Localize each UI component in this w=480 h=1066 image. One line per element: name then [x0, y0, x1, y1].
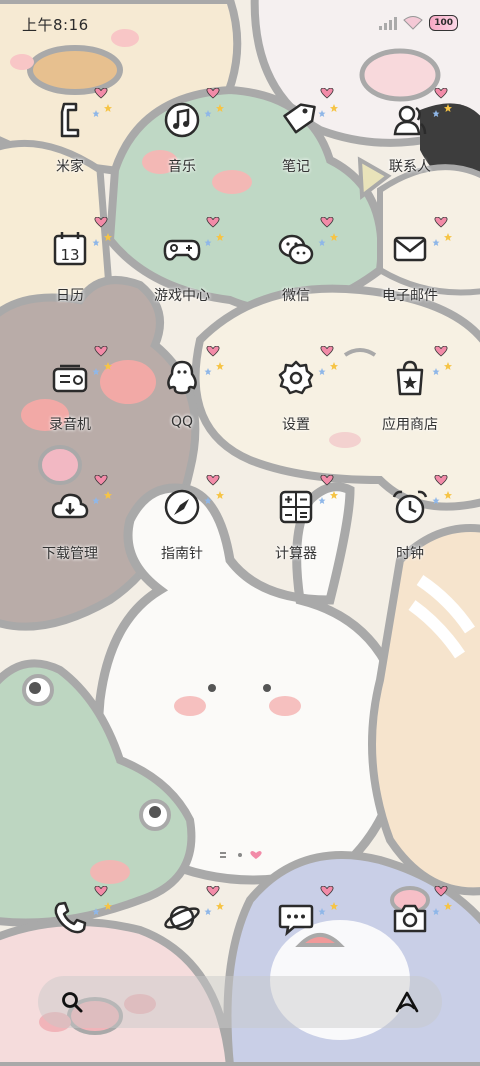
app-recorder[interactable]: 录音机 — [14, 358, 126, 478]
app-label: 联系人 — [389, 159, 431, 175]
search-icon[interactable] — [60, 990, 84, 1014]
app-label: 时钟 — [396, 546, 424, 562]
dock-browser[interactable] — [126, 898, 238, 958]
camera-icon — [390, 898, 430, 938]
app-label: 日历 — [56, 288, 84, 304]
app-label: 音乐 — [168, 159, 196, 175]
app-contacts[interactable]: 联系人 — [354, 100, 466, 220]
wechat-icon — [276, 229, 316, 269]
notes-tag-icon — [276, 100, 316, 140]
app-qq[interactable]: QQ — [126, 358, 238, 478]
deco-hearts-stars — [316, 88, 338, 118]
app-label: QQ — [170, 414, 194, 430]
app-label: 下载管理 — [42, 546, 98, 562]
app-calendar[interactable]: 13 日历 — [14, 229, 126, 349]
dock-messages[interactable] — [240, 898, 352, 958]
messages-icon — [276, 898, 316, 938]
app-mijia[interactable]: 米家 — [14, 100, 126, 220]
status-bar: 上午8:16 100 — [0, 0, 480, 48]
app-downloads[interactable]: 下载管理 — [14, 487, 126, 607]
cloud-download-icon — [50, 487, 90, 527]
app-label: 游戏中心 — [154, 288, 210, 304]
status-icons: 100 — [379, 13, 458, 33]
dock-phone[interactable] — [14, 898, 126, 958]
deco-hearts-stars — [202, 88, 224, 118]
app-notes[interactable]: 笔记 — [240, 100, 352, 220]
app-settings[interactable]: 设置 — [240, 358, 352, 478]
calendar-icon: 13 — [50, 229, 90, 269]
deco-hearts-stars — [316, 475, 338, 505]
app-wechat[interactable]: 微信 — [240, 229, 352, 349]
wifi-icon — [403, 16, 423, 30]
deco-hearts-stars — [430, 217, 452, 247]
app-label: 设置 — [282, 417, 310, 433]
music-icon — [162, 100, 202, 140]
deco-hearts-stars — [90, 217, 112, 247]
deco-hearts-stars — [430, 346, 452, 376]
app-compass[interactable]: 指南针 — [126, 487, 238, 607]
app-label: 应用商店 — [382, 417, 438, 433]
alarm-clock-icon — [390, 487, 430, 527]
qq-penguin-icon — [162, 358, 202, 398]
search-bar[interactable] — [38, 976, 442, 1028]
assistant-icon[interactable] — [394, 990, 420, 1014]
deco-hearts-stars — [90, 475, 112, 505]
contacts-icon — [390, 100, 430, 140]
deco-hearts-stars — [316, 217, 338, 247]
deco-hearts-stars — [202, 475, 224, 505]
app-label: 米家 — [56, 159, 84, 175]
browser-planet-icon — [162, 898, 202, 938]
mijia-icon — [50, 100, 90, 140]
mail-icon — [390, 229, 430, 269]
deco-hearts-stars — [202, 346, 224, 376]
app-clock[interactable]: 时钟 — [354, 487, 466, 607]
deco-hearts-stars — [430, 88, 452, 118]
page-indicator — [220, 851, 262, 859]
deco-hearts-stars — [202, 886, 224, 916]
dock-camera[interactable] — [354, 898, 466, 958]
deco-hearts-stars — [316, 886, 338, 916]
signal-icon — [379, 17, 398, 30]
recorder-icon — [50, 358, 90, 398]
compass-icon — [162, 487, 202, 527]
deco-hearts-stars — [202, 217, 224, 247]
deco-hearts-stars — [90, 886, 112, 916]
status-time: 上午8:16 — [22, 16, 89, 34]
app-email[interactable]: 电子邮件 — [354, 229, 466, 349]
app-game-center[interactable]: 游戏中心 — [126, 229, 238, 349]
phone-icon — [50, 898, 90, 938]
app-label: 笔记 — [282, 159, 310, 175]
deco-hearts-stars — [430, 475, 452, 505]
battery-indicator: 100 — [429, 15, 458, 31]
app-music[interactable]: 音乐 — [126, 100, 238, 220]
app-label: 计算器 — [275, 546, 317, 562]
store-bag-icon — [390, 358, 430, 398]
deco-hearts-stars — [316, 346, 338, 376]
gear-icon — [276, 358, 316, 398]
app-store[interactable]: 应用商店 — [354, 358, 466, 478]
app-label: 指南针 — [161, 546, 203, 562]
app-label: 电子邮件 — [382, 288, 438, 304]
deco-hearts-stars — [90, 346, 112, 376]
deco-hearts-stars — [430, 886, 452, 916]
app-label: 微信 — [282, 288, 310, 304]
gamepad-icon — [162, 229, 202, 269]
deco-hearts-stars — [90, 88, 112, 118]
calendar-day: 13 — [60, 246, 79, 264]
app-label: 录音机 — [49, 417, 91, 433]
app-calculator[interactable]: 计算器 — [240, 487, 352, 607]
calculator-icon — [276, 487, 316, 527]
